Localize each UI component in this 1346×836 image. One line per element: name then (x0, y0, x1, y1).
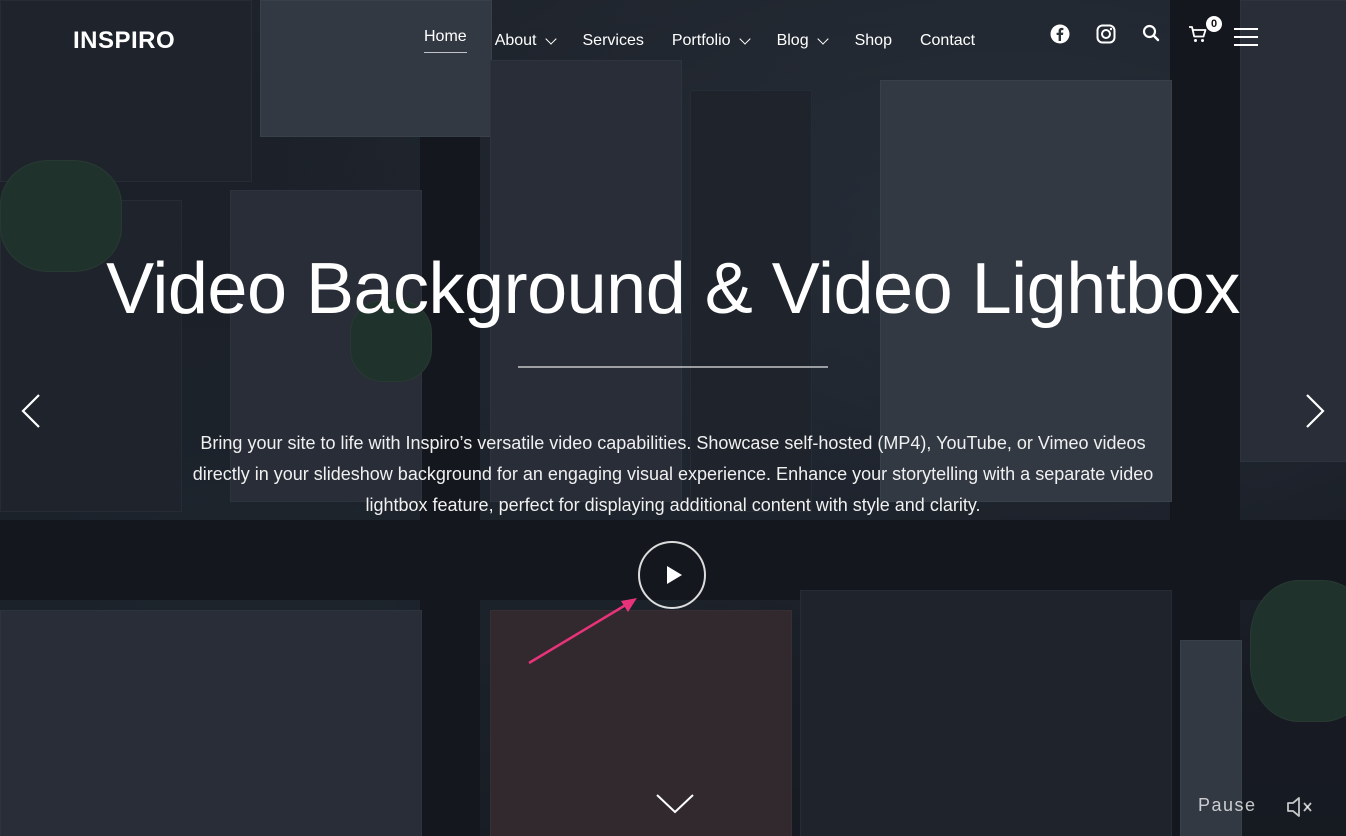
nav-item-label: Contact (919, 31, 976, 49)
cart-count-badge: 0 (1206, 16, 1222, 32)
cart-icon[interactable]: 0 (1188, 16, 1222, 46)
chevron-down-icon (544, 32, 557, 45)
chevron-down-icon (816, 32, 829, 45)
chevron-down-icon[interactable] (655, 793, 695, 815)
hero-slideshow: INSPIRO Home About Services Portfolio Bl… (0, 0, 1346, 836)
search-icon[interactable] (1142, 24, 1164, 46)
nav-item-contact[interactable]: Contact (920, 32, 975, 50)
nav-item-label: About (494, 31, 537, 49)
nav-item-home[interactable]: Home (424, 28, 467, 53)
play-video-button[interactable] (638, 541, 706, 609)
nav-item-services[interactable]: Services (583, 32, 644, 50)
header-icons: 0 (1050, 16, 1234, 46)
nav-item-label: Blog (776, 31, 809, 49)
site-header: INSPIRO Home About Services Portfolio Bl… (0, 0, 1346, 76)
main-nav: Home About Services Portfolio Blog Shop … (410, 28, 989, 53)
nav-item-label: Home (424, 28, 467, 53)
nav-item-label: Services (582, 31, 644, 49)
title-divider (518, 366, 828, 368)
background-overlay (0, 0, 1346, 836)
instagram-icon[interactable] (1096, 24, 1118, 46)
hamburger-menu-icon[interactable] (1234, 28, 1258, 52)
nav-item-shop[interactable]: Shop (855, 32, 892, 50)
chevron-left-icon[interactable] (20, 393, 42, 428)
chevron-right-icon[interactable] (1304, 393, 1326, 428)
chevron-down-icon (738, 32, 751, 45)
speaker-muted-icon[interactable] (1286, 796, 1314, 818)
play-icon (667, 566, 682, 584)
pause-button[interactable]: Pause (1198, 795, 1257, 816)
nav-item-label: Portfolio (671, 31, 731, 49)
facebook-icon[interactable] (1050, 24, 1072, 46)
nav-item-blog[interactable]: Blog (776, 31, 829, 50)
hero-description: Bring your site to life with Inspiro’s v… (192, 433, 1154, 515)
hero-title: Video Background & Video Lightbox (106, 249, 1240, 329)
nav-item-portfolio[interactable]: Portfolio (671, 31, 751, 50)
site-logo[interactable]: INSPIRO (73, 27, 175, 55)
annotation-arrow (528, 598, 637, 665)
nav-item-about[interactable]: About (494, 31, 557, 50)
nav-item-label: Shop (854, 31, 892, 49)
